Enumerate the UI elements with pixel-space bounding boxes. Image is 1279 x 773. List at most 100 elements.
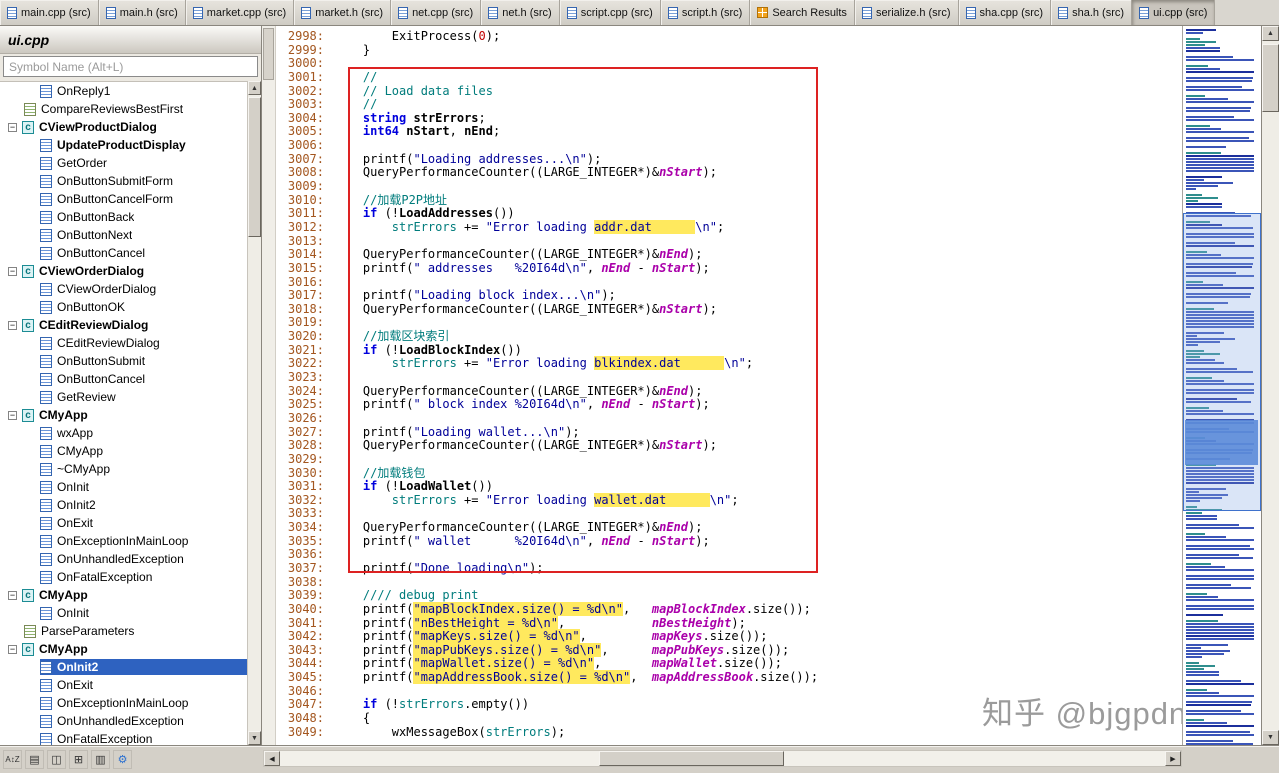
code-line[interactable]: 3044: printf("mapWallet.size() = %d\n", … [276,656,1182,671]
symbol-item-cvieworderdialog[interactable]: CViewOrderDialog [0,280,248,298]
symbol-item-parseparameters[interactable]: ParseParameters [0,622,248,640]
symbol-item-onfatalexception[interactable]: OnFatalException [0,730,248,745]
code-line[interactable]: 3027: printf("Loading wallet...\n"); [276,425,1182,440]
tab-market.cpp-src[interactable]: market.cpp (src) [185,0,295,25]
symbol-item-onbuttonback[interactable]: OnButtonBack [0,208,248,226]
symbol-item-oninit2[interactable]: OnInit2 [0,658,248,676]
code-line[interactable]: 3043: printf("mapPubKeys.size() = %d\n",… [276,642,1182,658]
code-line[interactable]: 3049: wxMessageBox(strErrors); [276,725,1182,740]
symbol-item-oninit[interactable]: OnInit [0,478,248,496]
code-line[interactable]: 3018: QueryPerformanceCounter((LARGE_INT… [276,302,1182,317]
scrollbar-thumb[interactable] [1262,44,1279,112]
symbol-item-onbuttonsubmitform[interactable]: OnButtonSubmitForm [0,172,248,190]
code-line[interactable]: 3021: if (!LoadBlockIndex()) [276,343,1182,358]
tab-sha.cpp-src[interactable]: sha.cpp (src) [958,0,1052,25]
vertical-scrollbar[interactable]: ▲ ▼ [1261,26,1279,745]
tab-search-results[interactable]: Search Results [750,0,855,25]
symbol-item-onreply1[interactable]: OnReply1 [0,82,248,100]
symbol-tree-scrollbar[interactable]: ▲ ▼ [247,81,261,745]
symbol-item-onexit[interactable]: OnExit [0,514,248,532]
panel-grid-icon[interactable]: ⊞ [69,750,88,769]
symbol-item-cmyapp[interactable]: − CMyApp [0,586,248,604]
code-line[interactable]: 3047: if (!strErrors.empty()) [276,698,1182,712]
sort-alphabetic-icon[interactable]: A↕Z [3,750,22,769]
symbol-list-icon[interactable]: ▤ [25,750,44,769]
code-line[interactable]: 3000: [276,57,1182,71]
code-line[interactable]: 3034: QueryPerformanceCounter((LARGE_INT… [276,520,1182,535]
symbol-item-onbuttoncancelform[interactable]: OnButtonCancelForm [0,190,248,208]
tree-collapse-icon[interactable]: − [8,644,17,654]
code-editor[interactable]: 2998: ExitProcess(0); 2999: } 3000: 3001: /… [276,26,1182,745]
code-line[interactable]: 3040: printf("mapBlockIndex.size() = %d\… [276,601,1182,617]
code-line[interactable]: 3001: // [276,70,1182,85]
code-line[interactable]: 3031: if (!LoadWallet()) [276,479,1182,494]
code-line[interactable]: 3039: //// debug print [276,588,1182,603]
code-line[interactable]: 3045: printf("mapAddressBook.size() = %d… [276,670,1182,685]
code-line[interactable]: 3029: [276,452,1182,467]
code-line[interactable]: 3005: int64 nStart, nEnd; [276,125,1182,139]
code-line[interactable]: 3024: QueryPerformanceCounter((LARGE_INT… [276,384,1182,399]
code-line[interactable]: 3010: //加载P2P地址 [276,193,1182,208]
tab-net.h-src[interactable]: net.h (src) [481,0,560,25]
tab-serialize.h-src[interactable]: serialize.h (src) [854,0,959,25]
symbol-item-ceditreviewdialog[interactable]: CEditReviewDialog [0,334,248,352]
symbol-item-comparereviewsbestfirst[interactable]: CompareReviewsBestFirst [0,100,248,118]
scrollbar-thumb[interactable] [263,28,274,80]
tree-collapse-icon[interactable]: − [8,266,17,276]
symbol-item-cmyapp[interactable]: CMyApp [0,442,248,460]
symbol-item-cviewproductdialog[interactable]: − CViewProductDialog [0,118,248,136]
code-line[interactable]: 3022: strErrors += "Error loading blkind… [276,356,1182,371]
tab-main.cpp-src[interactable]: main.cpp (src) [0,0,99,25]
minimap[interactable] [1182,26,1261,745]
symbol-item-cvieworderdialog[interactable]: − CViewOrderDialog [0,262,248,280]
code-line[interactable]: 3017: printf("Loading block index...\n")… [276,288,1182,303]
code-line[interactable]: 3037: printf("Done loading\n"); [276,561,1182,576]
scroll-right-icon[interactable]: ▶ [1165,751,1181,766]
tree-collapse-icon[interactable]: − [8,320,17,330]
symbol-search-input[interactable] [3,56,258,77]
code-line[interactable]: 3042: printf("mapKeys.size() = %d\n", ma… [276,629,1182,644]
scroll-left-icon[interactable]: ◀ [264,751,280,766]
symbol-item-onbuttonok[interactable]: OnButtonOK [0,298,248,316]
code-line[interactable]: 3007: printf("Loading addresses...\n"); [276,152,1182,167]
tab-sha.h-src[interactable]: sha.h (src) [1051,0,1133,25]
symbol-item-onexceptioninmainloop[interactable]: OnExceptionInMainLoop [0,532,248,550]
code-line[interactable]: 3023: [276,370,1182,385]
symbol-item-onexit[interactable]: OnExit [0,676,248,694]
code-line[interactable]: 3020: //加载区块索引 [276,329,1182,344]
code-line[interactable]: 3033: [276,507,1182,521]
symbol-item-oninit2[interactable]: OnInit2 [0,496,248,514]
symbol-item-cmyapp[interactable]: − CMyApp [0,406,248,424]
scroll-down-icon[interactable]: ▼ [248,731,261,745]
code-line[interactable]: 3006: [276,138,1182,153]
code-line[interactable]: 2999: } [276,43,1182,58]
tab-script.cpp-src[interactable]: script.cpp (src) [559,0,661,25]
minimap-viewport[interactable] [1183,213,1261,511]
symbol-item-getorder[interactable]: GetOrder [0,154,248,172]
symbol-item-oninit[interactable]: OnInit [0,604,248,622]
code-line[interactable]: 3030: //加载钱包 [276,466,1182,481]
symbol-item-updateproductdisplay[interactable]: UpdateProductDisplay [0,136,248,154]
code-line[interactable]: 3019: [276,316,1182,330]
settings-gear-icon[interactable]: ⚙ [113,750,132,769]
code-line[interactable]: 3032: strErrors += "Error loading wallet… [276,492,1182,508]
scroll-up-icon[interactable]: ▲ [248,81,261,95]
code-line[interactable]: 3046: [276,684,1182,699]
code-line[interactable]: 3009: [276,179,1182,194]
symbol-item-ceditreviewdialog[interactable]: − CEditReviewDialog [0,316,248,334]
documents-book-icon[interactable]: ▥ [91,750,110,769]
code-line[interactable]: 3012: strErrors += "Error loading addr.d… [276,219,1182,235]
code-line[interactable]: 3036: [276,548,1182,562]
code-line[interactable]: 3041: printf("nBestHeight = %d\n", nBest… [276,615,1182,631]
symbol-item-onunhandledexception[interactable]: OnUnhandledException [0,550,248,568]
editor-left-scrollbar[interactable] [262,26,276,745]
code-line[interactable]: 3013: [276,234,1182,249]
scrollbar-thumb[interactable] [248,97,261,237]
code-line[interactable]: 3011: if (!LoadAddresses()) [276,207,1182,221]
symbol-item-getreview[interactable]: GetReview [0,388,248,406]
code-line[interactable]: 3048: { [276,711,1182,726]
code-line[interactable]: 3002: // Load data files [276,84,1182,99]
symbol-item-wxapp[interactable]: wxApp [0,424,248,442]
symbol-item-onfatalexception[interactable]: OnFatalException [0,568,248,586]
symbol-item-onbuttonsubmit[interactable]: OnButtonSubmit [0,352,248,370]
